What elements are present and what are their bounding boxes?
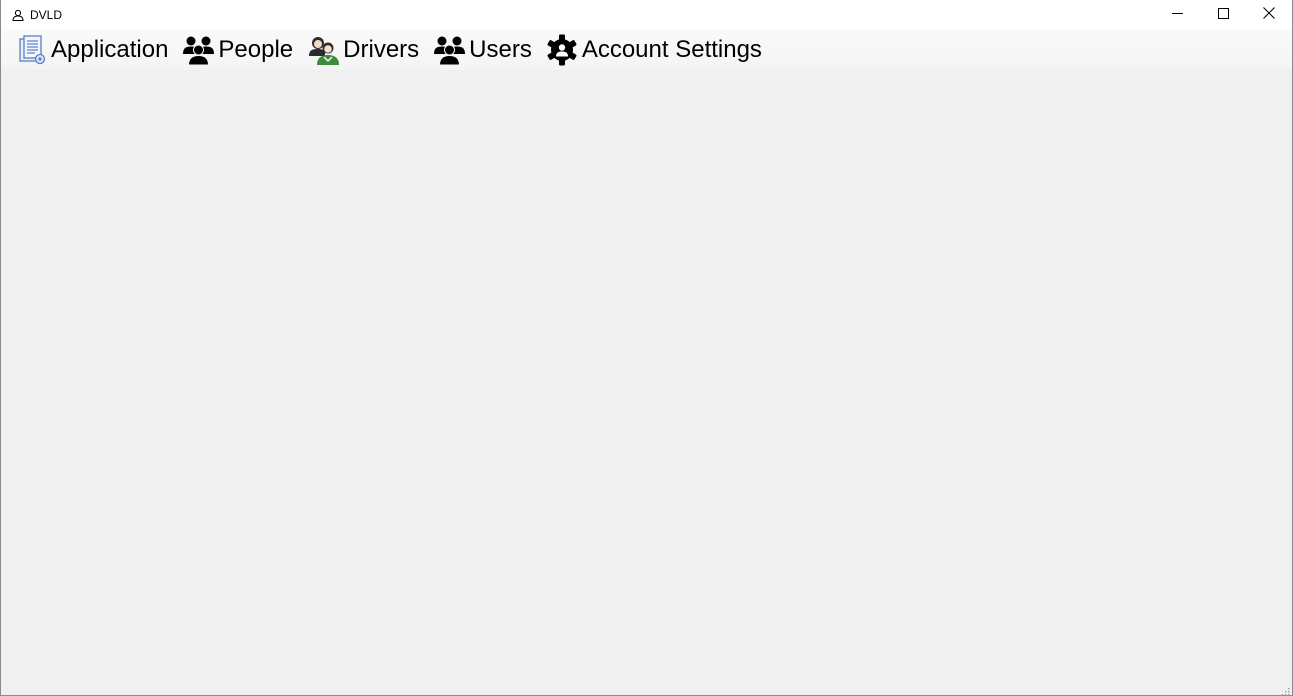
users-group-icon	[433, 33, 466, 66]
menu-bar: Application People Drivers Users Account…	[1, 29, 1292, 70]
minimize-button[interactable]	[1154, 0, 1200, 29]
menu-label-users: Users	[469, 35, 532, 63]
maximize-icon	[1217, 6, 1229, 24]
menu-label-application: Application	[51, 35, 169, 63]
minimize-icon	[1171, 6, 1183, 24]
people-group-icon	[182, 33, 215, 66]
user-outline-icon	[11, 8, 25, 22]
close-button[interactable]	[1246, 0, 1292, 29]
close-icon	[1263, 6, 1275, 24]
menu-label-drivers: Drivers	[343, 35, 420, 63]
maximize-button[interactable]	[1200, 0, 1246, 29]
window-title: DVLD	[30, 7, 63, 22]
gear-user-icon	[546, 33, 579, 66]
menu-item-people[interactable]: People	[178, 29, 303, 70]
caption-buttons	[1154, 0, 1292, 29]
drivers-icon	[307, 33, 340, 66]
client-area	[1, 70, 1292, 695]
menu-item-application[interactable]: Application	[11, 29, 178, 70]
menu-item-users[interactable]: Users	[429, 29, 542, 70]
menu-item-account-settings[interactable]: Account Settings	[542, 29, 772, 70]
title-bar[interactable]: DVLD	[1, 0, 1292, 29]
resize-grip[interactable]	[1280, 683, 1290, 696]
main-window: DVLD Application People Drivers Users Ac…	[0, 0, 1293, 696]
menu-label-people: People	[218, 35, 294, 63]
application-document-icon	[15, 33, 48, 66]
menu-item-drivers[interactable]: Drivers	[303, 29, 429, 70]
menu-label-account-settings: Account Settings	[581, 35, 762, 63]
